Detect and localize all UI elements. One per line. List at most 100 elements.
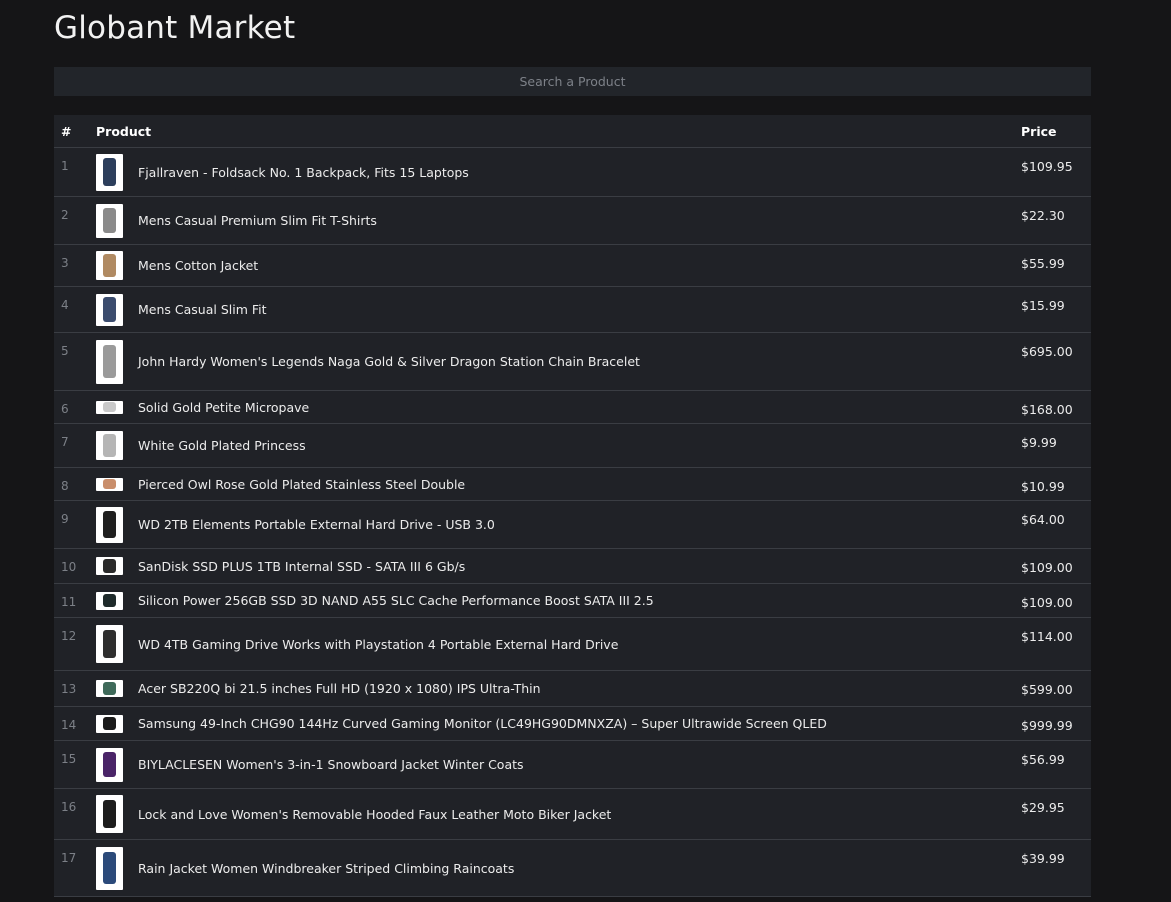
- product-name: Lock and Love Women's Removable Hooded F…: [138, 806, 612, 822]
- table-row[interactable]: 15 BIYLACLESEN Women's 3-in-1 Snowboard J…: [54, 740, 1091, 789]
- table-row[interactable]: 2 Mens Casual Premium Slim Fit T-Shirts $2…: [54, 196, 1091, 245]
- product-cell: Pierced Owl Rose Gold Plated Stainless S…: [96, 467, 1021, 501]
- product-price: $64.00: [1021, 500, 1091, 549]
- row-number: 15: [54, 740, 96, 789]
- table-row[interactable]: 10 SanDisk SSD PLUS 1TB Internal SSD - SA…: [54, 548, 1091, 584]
- product-info: BIYLACLESEN Women's 3-in-1 Snowboard Jac…: [96, 747, 1021, 782]
- product-info: Acer SB220Q bi 21.5 inches Full HD (1920…: [96, 680, 1021, 697]
- table-row[interactable]: 5 John Hardy Women's Legends Naga Gold & …: [54, 332, 1091, 391]
- product-cell: Solid Gold Petite Micropave: [96, 390, 1021, 424]
- product-cell: Lock and Love Women's Removable Hooded F…: [96, 788, 1021, 840]
- product-price: $114.00: [1021, 617, 1091, 671]
- search-input[interactable]: [54, 67, 1091, 96]
- table-row[interactable]: 9 WD 2TB Elements Portable External Hard …: [54, 500, 1091, 549]
- product-image: [96, 506, 123, 543]
- product-name: Mens Casual Slim Fit: [138, 302, 267, 317]
- product-table: # Product Price 1 Fjallraven - Foldsack N…: [54, 115, 1091, 897]
- product-cell: Rain Jacket Women Windbreaker Striped Cl…: [96, 839, 1021, 897]
- row-number: 6: [54, 390, 96, 424]
- table-row[interactable]: 11 Silicon Power 256GB SSD 3D NAND A55 SL…: [54, 583, 1091, 618]
- product-price: $109.00: [1021, 583, 1091, 618]
- product-name: John Hardy Women's Legends Naga Gold & S…: [138, 354, 640, 369]
- product-image: [96, 557, 123, 575]
- product-info: Solid Gold Petite Micropave: [96, 400, 1021, 415]
- product-cell: WD 2TB Elements Portable External Hard D…: [96, 500, 1021, 549]
- product-price: $599.00: [1021, 670, 1091, 707]
- row-number: 11: [54, 583, 96, 618]
- product-info: Rain Jacket Women Windbreaker Striped Cl…: [96, 846, 1021, 890]
- product-name: WD 4TB Gaming Drive Works with Playstati…: [138, 636, 619, 652]
- product-price: $109.00: [1021, 548, 1091, 584]
- page-title: Globant Market: [54, 10, 296, 46]
- row-number: 13: [54, 670, 96, 707]
- column-header-product: Product: [96, 115, 1021, 148]
- table-row[interactable]: 14 Samsung 49-Inch CHG90 144Hz Curved Gam…: [54, 706, 1091, 741]
- product-price: $29.95: [1021, 788, 1091, 840]
- row-number: 4: [54, 286, 96, 333]
- product-image: [96, 400, 123, 414]
- product-info: Mens Cotton Jacket: [96, 251, 1021, 280]
- product-info: Mens Casual Premium Slim Fit T-Shirts: [96, 203, 1021, 238]
- product-name: Samsung 49-Inch CHG90 144Hz Curved Gamin…: [138, 716, 827, 731]
- product-info: Samsung 49-Inch CHG90 144Hz Curved Gamin…: [96, 714, 1021, 733]
- product-info: Mens Casual Slim Fit: [96, 293, 1021, 326]
- table-row[interactable]: 1 Fjallraven - Foldsack No. 1 Backpack, F…: [54, 147, 1091, 197]
- product-cell: Mens Casual Premium Slim Fit T-Shirts: [96, 196, 1021, 245]
- row-number: 2: [54, 196, 96, 245]
- table-row[interactable]: 12 WD 4TB Gaming Drive Works with Playsta…: [54, 617, 1091, 671]
- table-row[interactable]: 17 Rain Jacket Women Windbreaker Striped …: [54, 839, 1091, 897]
- row-number: 16: [54, 788, 96, 840]
- product-cell: Mens Cotton Jacket: [96, 244, 1021, 287]
- product-name: Mens Cotton Jacket: [138, 258, 259, 273]
- product-cell: WD 4TB Gaming Drive Works with Playstati…: [96, 617, 1021, 671]
- product-name: Acer SB220Q bi 21.5 inches Full HD (1920…: [138, 681, 541, 696]
- product-price: $55.99: [1021, 244, 1091, 287]
- product-name: SanDisk SSD PLUS 1TB Internal SSD - SATA…: [138, 558, 466, 574]
- app-root: Globant Market # Product Price 1 Fjallrav…: [0, 0, 1171, 902]
- product-price: $168.00: [1021, 390, 1091, 424]
- product-name: Rain Jacket Women Windbreaker Striped Cl…: [138, 860, 515, 876]
- product-name: WD 2TB Elements Portable External Hard D…: [138, 517, 495, 532]
- product-name: Pierced Owl Rose Gold Plated Stainless S…: [138, 476, 466, 492]
- product-image: [96, 251, 123, 280]
- product-cell: Samsung 49-Inch CHG90 144Hz Curved Gamin…: [96, 706, 1021, 741]
- product-name: Silicon Power 256GB SSD 3D NAND A55 SLC …: [138, 593, 654, 608]
- row-number: 1: [54, 147, 96, 197]
- table-row[interactable]: 13 Acer SB220Q bi 21.5 inches Full HD (19…: [54, 670, 1091, 707]
- product-price: $695.00: [1021, 332, 1091, 391]
- table-row[interactable]: 7 White Gold Plated Princess $9.99: [54, 423, 1091, 468]
- product-price: $39.99: [1021, 839, 1091, 897]
- product-image: [96, 431, 123, 460]
- table-row[interactable]: 6 Solid Gold Petite Micropave $168.00: [54, 390, 1091, 424]
- product-name: Solid Gold Petite Micropave: [138, 399, 310, 415]
- product-price: $56.99: [1021, 740, 1091, 789]
- product-name: BIYLACLESEN Women's 3-in-1 Snowboard Jac…: [138, 757, 524, 772]
- product-price: $22.30: [1021, 196, 1091, 245]
- product-cell: Fjallraven - Foldsack No. 1 Backpack, Fi…: [96, 147, 1021, 197]
- product-cell: BIYLACLESEN Women's 3-in-1 Snowboard Jac…: [96, 740, 1021, 789]
- product-info: Pierced Owl Rose Gold Plated Stainless S…: [96, 477, 1021, 492]
- row-number: 5: [54, 332, 96, 391]
- product-cell: SanDisk SSD PLUS 1TB Internal SSD - SATA…: [96, 548, 1021, 584]
- product-info: John Hardy Women's Legends Naga Gold & S…: [96, 339, 1021, 384]
- product-price: $109.95: [1021, 147, 1091, 197]
- product-table-container: # Product Price 1 Fjallraven - Foldsack N…: [54, 115, 1091, 897]
- product-image: [96, 795, 123, 833]
- product-info: WD 4TB Gaming Drive Works with Playstati…: [96, 625, 1021, 663]
- product-image: [96, 747, 123, 782]
- table-row[interactable]: 4 Mens Casual Slim Fit $15.99: [54, 286, 1091, 333]
- product-image: [96, 339, 123, 384]
- table-row[interactable]: 3 Mens Cotton Jacket $55.99: [54, 244, 1091, 287]
- table-row[interactable]: 8 Pierced Owl Rose Gold Plated Stainless …: [54, 467, 1091, 501]
- table-row[interactable]: 16 Lock and Love Women's Removable Hooded…: [54, 788, 1091, 840]
- product-info: WD 2TB Elements Portable External Hard D…: [96, 506, 1021, 543]
- product-image: [96, 591, 123, 610]
- product-price: $15.99: [1021, 286, 1091, 333]
- product-image: [96, 477, 123, 491]
- product-info: Fjallraven - Foldsack No. 1 Backpack, Fi…: [96, 153, 1021, 191]
- product-image: [96, 680, 123, 697]
- product-info: SanDisk SSD PLUS 1TB Internal SSD - SATA…: [96, 557, 1021, 575]
- product-image: [96, 846, 123, 890]
- product-image: [96, 714, 123, 733]
- product-name: Mens Casual Premium Slim Fit T-Shirts: [138, 213, 377, 228]
